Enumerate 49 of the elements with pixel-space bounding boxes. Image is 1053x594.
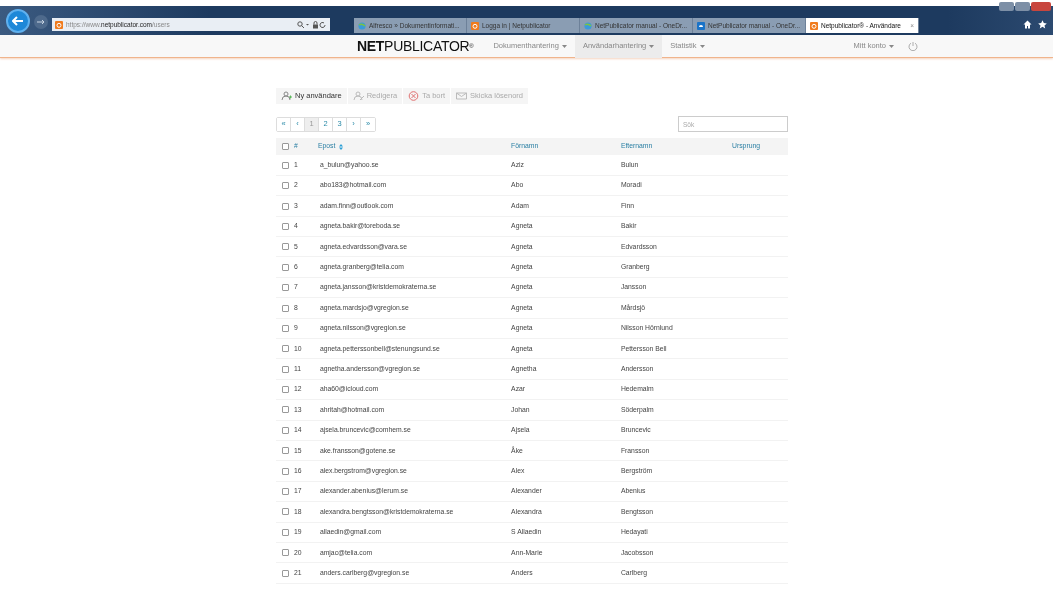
user-plus-icon [281, 91, 292, 101]
star-icon [1038, 20, 1047, 29]
caret-icon [649, 44, 655, 48]
logo[interactable]: NETPUBLICATOR$^{®}$ [357, 35, 474, 57]
arrow-right-icon [37, 19, 45, 25]
row-checkbox[interactable] [282, 182, 289, 190]
row-checkbox[interactable] [282, 365, 289, 373]
home-icon [1023, 20, 1032, 29]
forward-button[interactable] [34, 15, 48, 29]
caret-icon [561, 44, 567, 48]
close-window-button[interactable] [1031, 2, 1051, 11]
sort-icon [339, 143, 344, 150]
row-checkbox[interactable] [282, 243, 289, 251]
arrow-left-icon [12, 16, 24, 26]
row-checkbox[interactable] [282, 447, 289, 455]
row-checkbox[interactable] [282, 488, 289, 496]
user-pencil-icon [352, 91, 364, 101]
row-checkbox[interactable] [282, 549, 289, 557]
row-checkbox[interactable] [282, 202, 289, 210]
envelope-icon [456, 91, 468, 101]
globe-icon [358, 21, 366, 30]
row-checkbox[interactable] [282, 222, 289, 230]
row-checkbox[interactable] [282, 263, 289, 271]
row-checkbox[interactable] [282, 426, 289, 434]
row-checkbox[interactable] [282, 324, 289, 332]
row-checkbox[interactable] [282, 528, 289, 536]
site-logo-icon [810, 21, 818, 30]
circle-x-icon [408, 91, 420, 101]
address-bar-tools-drawing [297, 20, 327, 29]
row-checkbox[interactable] [282, 304, 289, 312]
row-checkbox[interactable] [282, 406, 289, 414]
site-logo-icon [55, 20, 63, 29]
caret-icon [889, 44, 895, 48]
row-checkbox[interactable] [282, 508, 289, 516]
back-button[interactable] [6, 9, 30, 33]
row-checkbox[interactable] [282, 345, 289, 353]
power-icon [908, 41, 919, 52]
globe-icon [584, 21, 592, 30]
row-checkbox[interactable] [282, 467, 289, 475]
cloud-icon [697, 21, 705, 30]
select-all-checkbox[interactable] [282, 143, 289, 151]
minimize-button[interactable] [999, 2, 1014, 11]
row-checkbox[interactable] [282, 386, 289, 394]
row-checkbox[interactable] [282, 569, 289, 577]
maximize-button[interactable] [1015, 2, 1030, 11]
row-checkbox[interactable] [282, 161, 289, 169]
row-checkbox[interactable] [282, 284, 289, 292]
site-logo-icon [471, 21, 479, 30]
caret-icon [699, 44, 705, 48]
